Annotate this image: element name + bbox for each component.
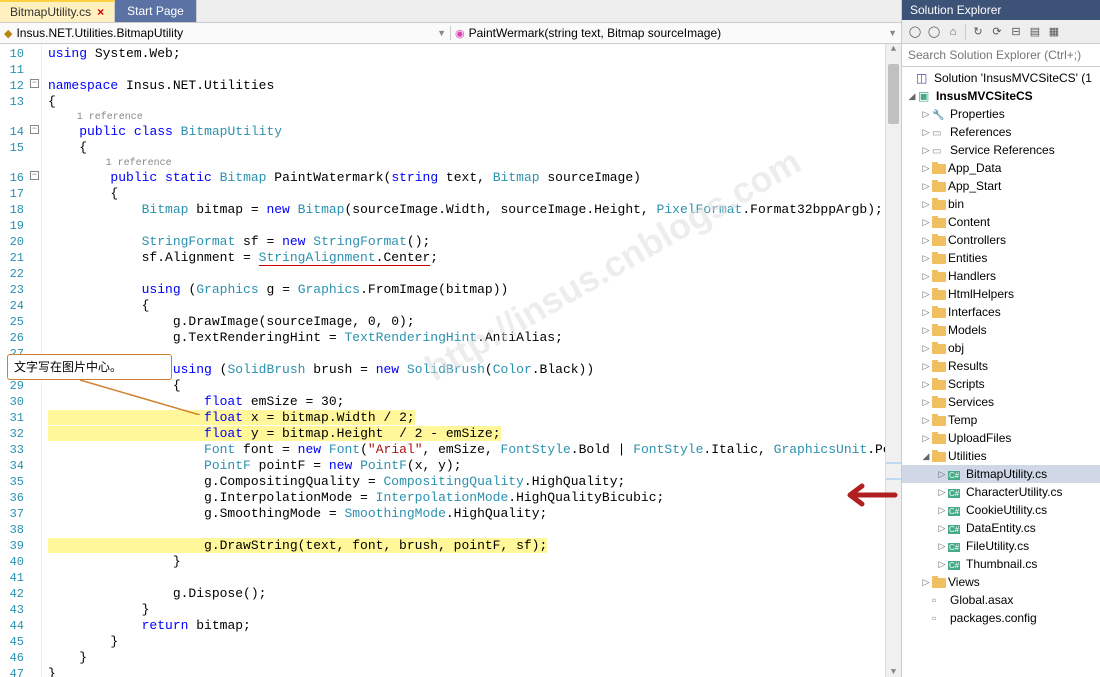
forward-icon[interactable]: ◯ xyxy=(925,23,943,41)
tree-folder[interactable]: ▷References xyxy=(902,123,1100,141)
tree-folder[interactable]: ▷App_Start xyxy=(902,177,1100,195)
tree-file[interactable]: ▷CharacterUtility.cs xyxy=(902,483,1100,501)
tree-folder[interactable]: ▷Services xyxy=(902,393,1100,411)
collapse-icon[interactable]: ⊟ xyxy=(1007,23,1025,41)
properties-icon[interactable]: ▦ xyxy=(1045,23,1063,41)
nav-member-label: PaintWermark(string text, Bitmap sourceI… xyxy=(469,26,722,40)
tree-folder[interactable]: ▷Scripts xyxy=(902,375,1100,393)
annotation-text: 文字写在图片中心。 xyxy=(14,360,122,374)
solution-explorer-title: Solution Explorer xyxy=(902,0,1100,20)
annotation-callout: 文字写在图片中心。 xyxy=(7,354,172,380)
solution-explorer: Solution Explorer ◯ ◯ ⌂ ↻ ⟳ ⊟ ▤ ▦ Soluti… xyxy=(902,0,1100,677)
tab-active[interactable]: BitmapUtility.cs × xyxy=(0,0,115,22)
back-icon[interactable]: ◯ xyxy=(906,23,924,41)
scroll-thumb[interactable] xyxy=(888,64,899,124)
tree-folder[interactable]: ▷Content xyxy=(902,213,1100,231)
tree-folder[interactable]: ▷Models xyxy=(902,321,1100,339)
tree-folder[interactable]: ▷Service References xyxy=(902,141,1100,159)
show-all-icon[interactable]: ▤ xyxy=(1026,23,1044,41)
red-arrow-annotation xyxy=(840,480,900,510)
tree-folder[interactable]: ▷Interfaces xyxy=(902,303,1100,321)
scroll-down-icon[interactable]: ▼ xyxy=(886,667,901,677)
tree-file[interactable]: ▷BitmapUtility.cs xyxy=(902,465,1100,483)
tree-folder[interactable]: ▷Properties xyxy=(902,105,1100,123)
tree-file[interactable]: ▷Thumbnail.cs xyxy=(902,555,1100,573)
tab-label: Start Page xyxy=(127,4,184,18)
tree-file[interactable]: ▷DataEntity.cs xyxy=(902,519,1100,537)
editor-pane: BitmapUtility.cs × Start Page ◆ Insus.NE… xyxy=(0,0,902,677)
solution-toolbar: ◯ ◯ ⌂ ↻ ⟳ ⊟ ▤ ▦ xyxy=(902,20,1100,44)
tree-folder[interactable]: ▷UploadFiles xyxy=(902,429,1100,447)
tree-file[interactable]: ▷FileUtility.cs xyxy=(902,537,1100,555)
vertical-scrollbar[interactable]: ▲ ▼ xyxy=(885,44,901,677)
solution-tree[interactable]: Solution 'InsusMVCSiteCS' (1◢InsusMVCSit… xyxy=(902,67,1100,677)
nav-bar: ◆ Insus.NET.Utilities.BitmapUtility ▼ ◉ … xyxy=(0,22,901,44)
tree-folder[interactable]: ◢Utilities xyxy=(902,447,1100,465)
tree-folder[interactable]: ▷App_Data xyxy=(902,159,1100,177)
tree-folder[interactable]: ▷Entities xyxy=(902,249,1100,267)
tree-folder[interactable]: ▷obj xyxy=(902,339,1100,357)
tab-start-page[interactable]: Start Page xyxy=(115,0,197,22)
tree-folder[interactable]: ▷bin xyxy=(902,195,1100,213)
nav-type-dropdown[interactable]: ◆ Insus.NET.Utilities.BitmapUtility ▼ xyxy=(0,26,450,40)
refresh-icon[interactable]: ⟳ xyxy=(988,23,1006,41)
tree-file[interactable]: ▷CookieUtility.cs xyxy=(902,501,1100,519)
tree-item[interactable]: packages.config xyxy=(902,609,1100,627)
solution-search-input[interactable] xyxy=(902,44,1100,67)
tree-folder[interactable]: ▷Handlers xyxy=(902,267,1100,285)
tab-label: BitmapUtility.cs xyxy=(10,5,91,19)
class-icon: ◆ xyxy=(4,27,12,40)
tree-folder[interactable]: ▷HtmlHelpers xyxy=(902,285,1100,303)
scroll-mark xyxy=(886,462,901,464)
tree-folder[interactable]: ▷Results xyxy=(902,357,1100,375)
chevron-down-icon: ▼ xyxy=(888,28,897,38)
tree-folder[interactable]: ▷Temp xyxy=(902,411,1100,429)
nav-member-dropdown[interactable]: ◉ PaintWermark(string text, Bitmap sourc… xyxy=(450,26,901,40)
sync-icon[interactable]: ↻ xyxy=(969,23,987,41)
chevron-down-icon: ▼ xyxy=(437,28,446,38)
nav-type-label: Insus.NET.Utilities.BitmapUtility xyxy=(16,26,183,40)
close-icon[interactable]: × xyxy=(97,5,104,19)
tree-project[interactable]: ◢InsusMVCSiteCS xyxy=(902,87,1100,105)
scroll-up-icon[interactable]: ▲ xyxy=(886,44,901,54)
tab-bar: BitmapUtility.cs × Start Page xyxy=(0,0,901,22)
method-icon: ◉ xyxy=(455,27,465,40)
tree-folder[interactable]: ▷Controllers xyxy=(902,231,1100,249)
annotation-arrow xyxy=(80,380,200,415)
tree-solution[interactable]: Solution 'InsusMVCSiteCS' (1 xyxy=(902,69,1100,87)
tree-item[interactable]: Global.asax xyxy=(902,591,1100,609)
home-icon[interactable]: ⌂ xyxy=(944,23,962,41)
tree-item[interactable]: ▷Views xyxy=(902,573,1100,591)
